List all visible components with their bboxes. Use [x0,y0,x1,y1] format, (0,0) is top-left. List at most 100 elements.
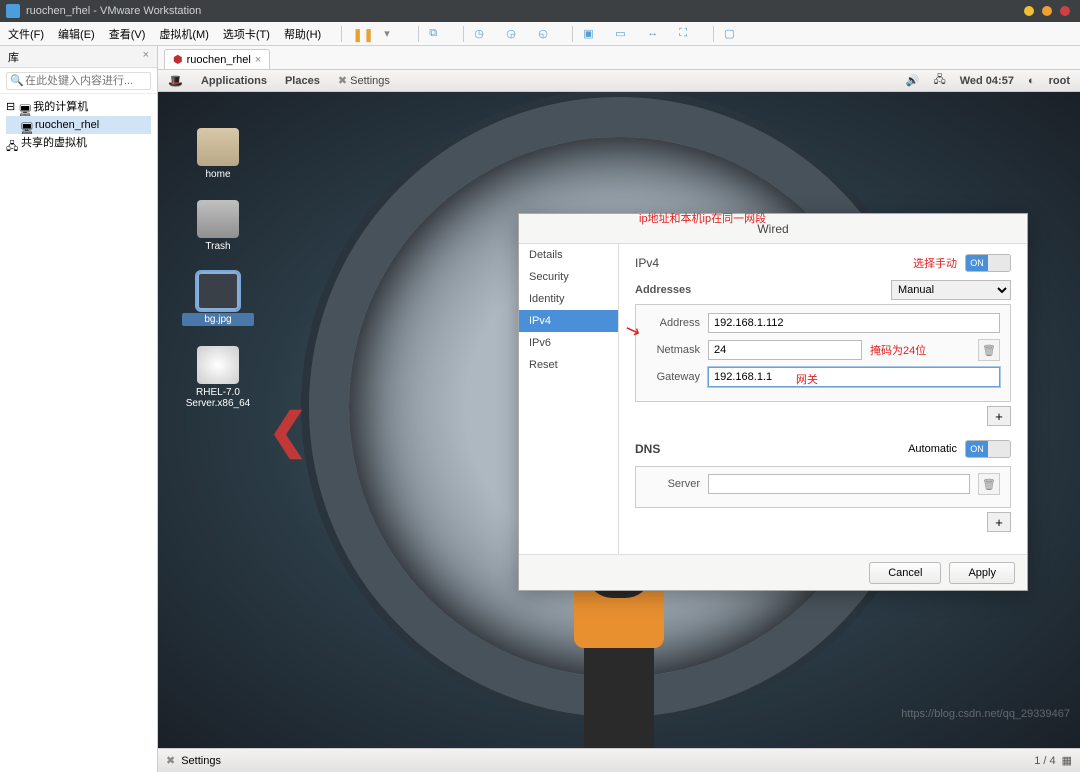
delete-address-button[interactable]: 🗑 [978,339,1000,361]
menu-tabs[interactable]: 选项卡(T) [223,26,270,42]
desktop-icon-trash[interactable]: Trash [182,200,254,252]
maximize-icon[interactable] [1042,6,1052,16]
close-icon[interactable] [1060,6,1070,16]
toggle-on-label: ON [966,255,988,271]
annotation-netmask: 掩码为24位 [870,342,970,358]
watermark: https://blog.csdn.net/qq_29339467 [901,708,1070,720]
gateway-input[interactable] [708,367,1000,387]
tree-shared[interactable]: 🖧 共享的虚拟机 [6,134,151,152]
trash-icon [197,200,239,238]
cancel-button[interactable]: Cancel [869,562,941,584]
nav-ipv4[interactable]: IPv4 [519,310,618,332]
delete-server-button[interactable]: 🗑 [978,473,1000,495]
gnome-bottom-bar: ✖ Settings 1 / 4 ▦ [158,748,1080,772]
expand-icon[interactable]: ⊟ [6,98,15,116]
address-row: Address [646,313,1000,333]
tab-vm[interactable]: ⬢ ruochen_rhel × [164,49,270,69]
menu-file[interactable]: 文件(F) [8,26,44,42]
settings-indicator[interactable]: ✖ Settings [338,74,390,87]
menu-places[interactable]: Places [285,75,320,87]
add-server-button[interactable]: + [987,512,1011,532]
toggle-handle [988,441,1010,457]
separator [341,26,342,42]
toggle-on-label: ON [966,441,988,457]
window-title: ruochen_rhel - VMware Workstation [26,5,1024,17]
redhat-icon: 🎩 [168,74,183,88]
tree-vm-label: ruochen_rhel [35,116,99,134]
fullscreen-icon[interactable]: ⛶ [679,27,693,41]
apply-button[interactable]: Apply [949,562,1015,584]
settings-label: Settings [350,75,390,87]
dns-auto-label: Automatic [908,443,957,455]
nav-identity[interactable]: Identity [519,288,618,310]
clock-mgr-icon[interactable]: ◵ [538,27,552,41]
user-menu[interactable]: root [1049,75,1070,87]
library-sidebar: 库 × 🔍 ⊟ 🖥 我的计算机 🖥 ruochen_rhel 🖧 共享的虚拟机 [0,46,158,772]
clock[interactable]: Wed 04:57 [960,75,1014,87]
minimize-icon[interactable] [1024,6,1034,16]
folder-icon [197,128,239,166]
nav-reset[interactable]: Reset [519,354,618,376]
dialog-body: Details Security Identity IPv4 IPv6 Rese… [519,244,1027,554]
ipv4-toggle[interactable]: ON [965,254,1011,272]
separator [572,26,573,42]
desktop-icon-bg[interactable]: bg.jpg [182,272,254,326]
vmware-icon [6,4,20,18]
tab-vm-icon: ⬢ [173,53,183,66]
fit-guest-icon[interactable]: ▣ [583,27,597,41]
tab-close-icon[interactable]: × [255,54,261,66]
nav-security[interactable]: Security [519,266,618,288]
menu-vm[interactable]: 虚拟机(M) [159,26,209,42]
sidebar-title: 库 [8,49,19,64]
search-input[interactable] [6,72,151,90]
stretch-icon[interactable]: ↔ [647,27,661,41]
menu-edit[interactable]: 编辑(E) [58,26,95,42]
dialog-nav: Details Security Identity IPv4 IPv6 Rese… [519,244,619,554]
taskbar-settings[interactable]: Settings [181,755,221,767]
pager[interactable]: 1 / 4 ▦ [1034,754,1072,767]
nav-details[interactable]: Details [519,244,618,266]
menu-view[interactable]: 查看(V) [109,26,146,42]
desktop-icon-home[interactable]: home [182,128,254,180]
wrench-icon: ✖ [338,75,347,87]
snapshot-icon[interactable]: ⧉ [429,27,443,41]
addresses-box: ip地址和本机ip在同一网段 Address Netmask 掩码为24位 🗑 [635,304,1011,402]
guest-display[interactable]: 🎩 Applications Places ✖ Settings 🔊 🖧 Wed… [158,70,1080,772]
clock-icon[interactable]: ◷ [474,27,488,41]
desktop-icons: home Trash bg.jpg RHEL-7.0 Server.x86_64 [182,128,254,429]
gear-icon[interactable]: ✖ [166,754,175,767]
pause-icon[interactable]: ❚❚ [352,27,366,41]
add-address-button[interactable]: + [987,406,1011,426]
tree-root[interactable]: ⊟ 🖥 我的计算机 [6,98,151,116]
netmask-row: Netmask 掩码为24位 🗑 [646,339,1000,361]
window-controls [1024,6,1070,16]
address-label: Address [646,317,700,329]
netmask-input[interactable] [708,340,862,360]
server-row: Server 🗑 [646,473,1000,495]
menubar: 文件(F) 编辑(E) 查看(V) 虚拟机(M) 选项卡(T) 帮助(H) ❚❚… [0,22,1080,46]
dns-toggle[interactable]: ON [965,440,1011,458]
unity-icon[interactable]: ▭ [615,27,629,41]
server-input[interactable] [708,474,970,494]
clock-rev-icon[interactable]: ◶ [506,27,520,41]
search-icon: 🔍 [10,74,24,87]
addresses-header: Addresses Manual [635,280,1011,300]
separator [418,26,419,42]
desktop-icon-dvd[interactable]: RHEL-7.0 Server.x86_64 [182,346,254,409]
icon-label: bg.jpg [182,313,254,326]
volume-icon[interactable]: 🔊 [906,74,920,87]
network-icon[interactable]: 🖧 [933,71,945,90]
addresses-mode-select[interactable]: Manual [891,280,1011,300]
address-input[interactable] [708,313,1000,333]
tree-item-vm[interactable]: 🖥 ruochen_rhel [6,116,151,134]
window-icon[interactable]: ▢ [724,27,738,41]
dropdown-icon[interactable]: ▾ [384,27,398,41]
a11y-icon[interactable]: ◐ [1028,75,1035,87]
disc-icon [197,346,239,384]
tab-label: ruochen_rhel [187,54,251,66]
dns-heading: DNS [635,442,660,456]
menu-applications[interactable]: Applications [201,75,267,87]
sidebar-close-icon[interactable]: × [143,49,149,64]
menu-help[interactable]: 帮助(H) [284,26,321,42]
nav-ipv6[interactable]: IPv6 [519,332,618,354]
